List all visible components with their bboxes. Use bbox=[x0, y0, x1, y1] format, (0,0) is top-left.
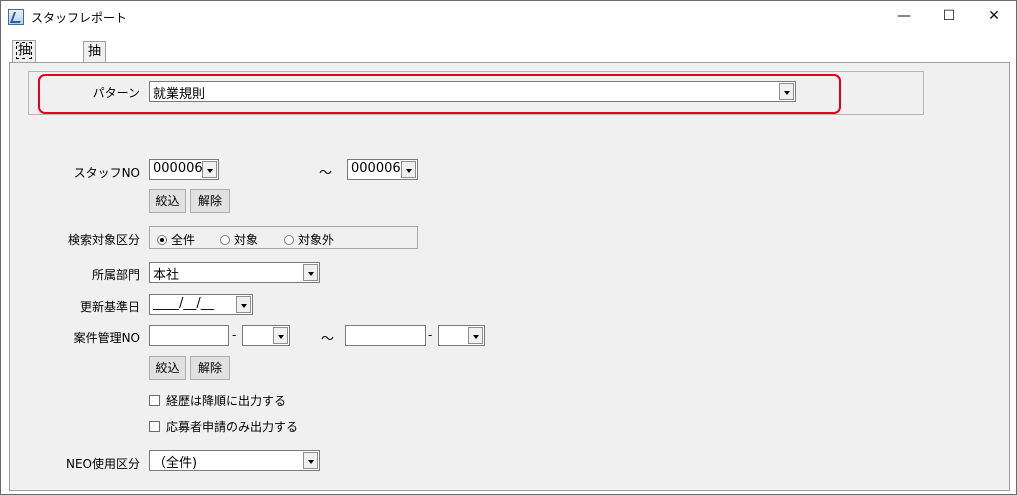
case-no-label: 案件管理NO bbox=[73, 331, 140, 345]
desc-order-checkbox[interactable]: 経歴は降順に出力する bbox=[149, 392, 286, 409]
radio-selected-icon bbox=[157, 235, 167, 245]
case-no-to-dash: - bbox=[428, 328, 433, 342]
checkbox-label: 経歴は降順に出力する bbox=[166, 394, 287, 408]
pattern-select[interactable]: 就業規則 bbox=[149, 81, 796, 102]
conditions-panel: パターン 就業規則 スタッフNO 000006 ～ 000006 絞込 解除 検… bbox=[9, 62, 1010, 491]
department-label: 所属部門 bbox=[91, 268, 140, 282]
radio-non-target[interactable]: 対象外 bbox=[284, 231, 334, 248]
chevron-down-icon[interactable] bbox=[401, 161, 416, 178]
applicants-only-checkbox[interactable]: 応募者申請のみ出力する bbox=[149, 418, 298, 435]
close-button[interactable]: ✕ bbox=[971, 1, 1017, 32]
radio-label: 全件 bbox=[171, 233, 196, 247]
checkbox-icon bbox=[149, 395, 160, 406]
radio-icon bbox=[220, 235, 230, 245]
base-date-label: 更新基準日 bbox=[79, 300, 140, 314]
radio-icon bbox=[284, 235, 294, 245]
report-window: スタッフレポート — ☐ ✕ 抽出条件 抽出結果 パターン 就業規則 スタッフN… bbox=[0, 0, 1017, 495]
window-title: スタッフレポート bbox=[31, 11, 128, 25]
case-no-to-input[interactable] bbox=[345, 325, 426, 346]
neo-label: NEO使用区分 bbox=[65, 457, 140, 471]
staff-no-to-select[interactable]: 000006 bbox=[347, 159, 418, 180]
range-tilde: ～ bbox=[319, 166, 333, 181]
neo-select[interactable]: （全件) bbox=[149, 450, 320, 471]
pattern-value: 就業規則 bbox=[153, 87, 206, 102]
minimize-button[interactable]: — bbox=[881, 1, 927, 32]
chevron-down-icon[interactable] bbox=[468, 327, 483, 344]
base-date-picker[interactable]: ____/__/__ bbox=[149, 294, 253, 315]
base-date-value: ____/__/__ bbox=[153, 296, 214, 311]
maximize-button[interactable]: ☐ bbox=[926, 1, 972, 32]
checkbox-label: 応募者申請のみ出力する bbox=[166, 420, 299, 434]
department-value: 本社 bbox=[153, 268, 180, 283]
search-target-label: 検索対象区分 bbox=[67, 233, 140, 247]
narrow-case-button[interactable]: 絞込 bbox=[149, 356, 186, 380]
chevron-down-icon[interactable] bbox=[273, 327, 288, 344]
chevron-down-icon[interactable] bbox=[202, 161, 217, 178]
title-bar: スタッフレポート — ☐ ✕ bbox=[1, 1, 1016, 32]
tab-extract-conditions[interactable]: 抽出条件 bbox=[12, 40, 37, 119]
radio-all[interactable]: 全件 bbox=[157, 231, 195, 248]
radio-label: 対象外 bbox=[298, 233, 335, 247]
case-no-from-input[interactable] bbox=[149, 325, 229, 346]
chevron-down-icon[interactable] bbox=[303, 452, 318, 469]
case-no-from-dash: - bbox=[232, 328, 237, 342]
clear-case-button[interactable]: 解除 bbox=[190, 356, 230, 380]
radio-target[interactable]: 対象 bbox=[220, 231, 258, 248]
pattern-label: パターン bbox=[92, 86, 140, 100]
chevron-down-icon[interactable] bbox=[236, 296, 251, 313]
case-no-to-branch-select[interactable] bbox=[438, 325, 485, 346]
narrow-staff-button[interactable]: 絞込 bbox=[149, 189, 186, 213]
staff-no-from-value: 000006 bbox=[153, 161, 203, 176]
tab-extract-results[interactable]: 抽出結果 bbox=[83, 41, 107, 119]
neo-value: （全件) bbox=[153, 456, 198, 471]
chevron-down-icon[interactable] bbox=[303, 264, 318, 281]
app-icon bbox=[8, 9, 24, 25]
checkbox-icon bbox=[149, 421, 160, 432]
search-target-group: 全件 対象 対象外 bbox=[149, 226, 418, 249]
department-select[interactable]: 本社 bbox=[149, 262, 320, 283]
clear-staff-button[interactable]: 解除 bbox=[190, 189, 230, 213]
case-no-from-branch-select[interactable] bbox=[242, 325, 290, 346]
staff-no-from-select[interactable]: 000006 bbox=[149, 159, 219, 180]
radio-label: 対象 bbox=[234, 233, 259, 247]
chevron-down-icon[interactable] bbox=[779, 83, 794, 100]
staff-no-to-value: 000006 bbox=[351, 161, 401, 176]
staff-no-label: スタッフNO bbox=[73, 166, 140, 180]
range-tilde: ～ bbox=[321, 332, 335, 347]
